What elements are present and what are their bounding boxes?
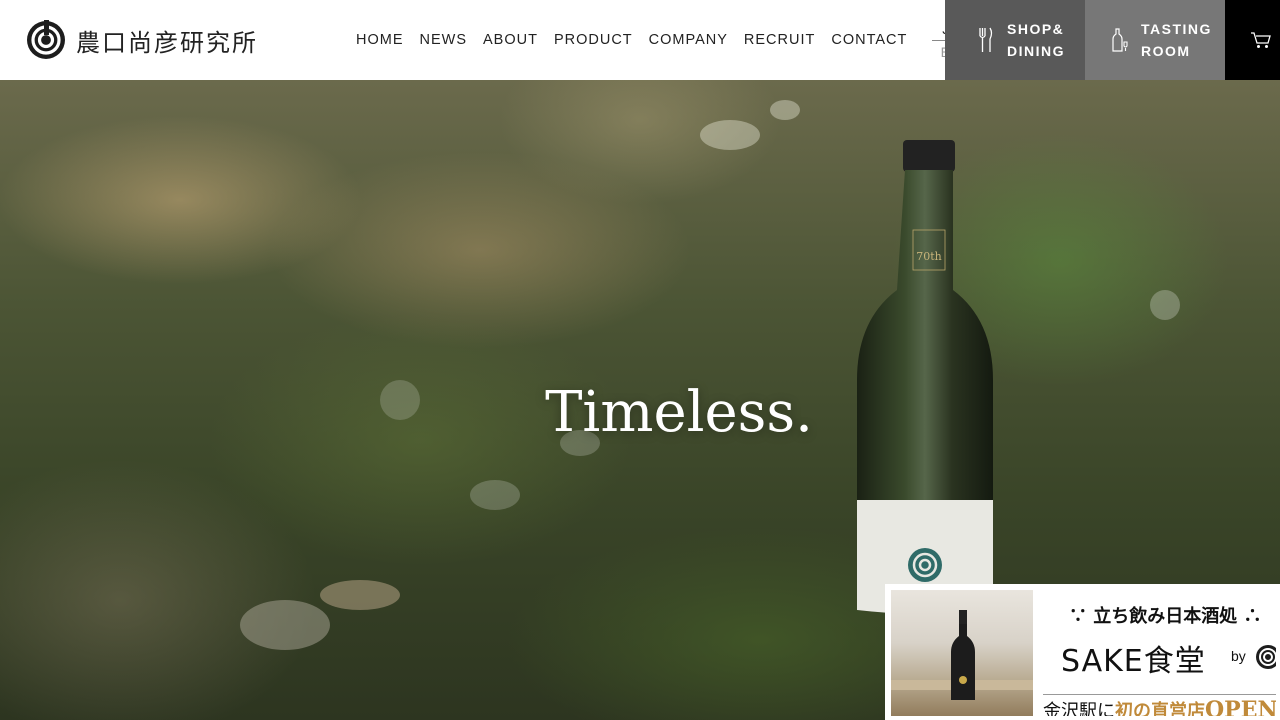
water-reflection (470, 480, 520, 510)
cart-icon (1250, 31, 1272, 49)
shop-dining-button[interactable]: SHOP& DINING (945, 0, 1085, 80)
hero-headline: Timeless. (545, 380, 813, 445)
cart-button[interactable] (1225, 0, 1280, 80)
site-header: 農口尚彦研究所 HOME NEWS ABOUT PRODUCT COMPANY … (0, 0, 1280, 80)
shop-label-1: SHOP& (1007, 21, 1065, 37)
banner-station: 金沢駅に (1043, 701, 1115, 720)
banner-photo (891, 590, 1033, 716)
main-nav: HOME NEWS ABOUT PRODUCT COMPANY RECRUIT … (340, 0, 907, 80)
water-reflection (770, 100, 800, 120)
tasting-room-button[interactable]: TASTING ROOM (1085, 0, 1225, 80)
sake-shokudo-banner[interactable]: ∵ 立ち飲み日本酒処 ∴ SAKE食堂 by 金沢駅に初の直営店OPEN (885, 584, 1280, 720)
shop-label-2: DINING (1007, 43, 1065, 59)
tasting-label-2: ROOM (1141, 43, 1191, 59)
logo-spiral-icon (27, 20, 65, 59)
logo[interactable]: 農口尚彦研究所 (0, 0, 326, 80)
stone (320, 580, 400, 610)
banner-tagline: ∵ 立ち飲み日本酒処 ∴ (1069, 606, 1262, 627)
banner-open: OPEN (1205, 697, 1278, 720)
banner-by: by (1231, 648, 1246, 664)
bottle-glass-icon (1109, 28, 1131, 52)
water-reflection (1150, 290, 1180, 320)
brand-name: 農口尚彦研究所 (76, 28, 258, 57)
svg-text:70th: 70th (916, 250, 942, 263)
banner-subline: 金沢駅に初の直営店OPEN (1043, 694, 1278, 720)
stone (240, 600, 330, 650)
nav-about[interactable]: ABOUT (483, 32, 538, 48)
water-reflection (700, 120, 760, 150)
banner-text-area: ∵ 立ち飲み日本酒処 ∴ SAKE食堂 by 金沢駅に初の直営店OPEN (1041, 588, 1278, 720)
banner-logo-icon (1256, 645, 1276, 669)
nav-contact[interactable]: CONTACT (831, 32, 907, 48)
banner-title: SAKE食堂 (1061, 644, 1206, 679)
nav-recruit[interactable]: RECRUIT (744, 32, 815, 48)
nav-product[interactable]: PRODUCT (554, 32, 633, 48)
nav-company[interactable]: COMPANY (649, 32, 728, 48)
tasting-label-1: TASTING (1141, 21, 1212, 37)
nav-news[interactable]: NEWS (420, 32, 468, 48)
banner-bottle-image (951, 610, 975, 700)
fork-knife-icon (975, 27, 997, 53)
banner-first-store: 初の直営店 (1115, 701, 1205, 720)
nav-home[interactable]: HOME (356, 32, 404, 48)
